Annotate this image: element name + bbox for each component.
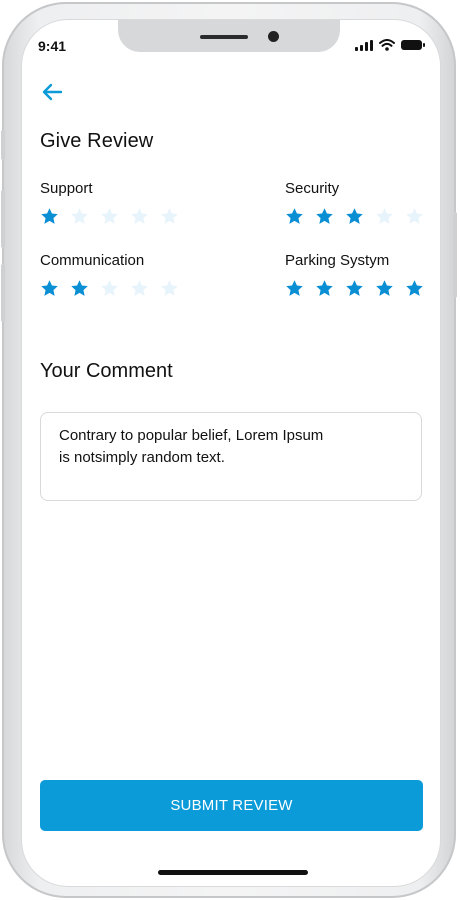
page-title: Give Review	[40, 130, 154, 152]
star-filled-icon[interactable]	[285, 279, 304, 298]
star-empty-icon[interactable]	[130, 279, 149, 298]
star-empty-icon[interactable]	[100, 279, 119, 298]
rating-communication: Communication	[40, 252, 179, 298]
volume-down-button	[1, 264, 5, 322]
screen: 9:41 Give Review Support Security Commun…	[22, 20, 440, 886]
signal-icon	[355, 39, 373, 51]
star-rating[interactable]	[285, 279, 424, 298]
rating-label: Support	[40, 180, 93, 197]
star-filled-icon[interactable]	[40, 279, 59, 298]
wifi-icon	[379, 39, 395, 51]
back-arrow-icon[interactable]	[40, 82, 64, 102]
star-rating[interactable]	[285, 207, 424, 226]
star-empty-icon[interactable]	[130, 207, 149, 226]
comment-text-line: is notsimply random text.	[59, 449, 225, 466]
phone-frame: 9:41 Give Review Support Security Commun…	[1, 2, 457, 898]
comment-text-line: Contrary to popular belief, Lorem Ipsum	[59, 427, 324, 444]
star-filled-icon[interactable]	[315, 279, 334, 298]
star-filled-icon[interactable]	[345, 279, 364, 298]
volume-up-button	[1, 190, 5, 248]
star-filled-icon[interactable]	[375, 279, 394, 298]
star-empty-icon[interactable]	[160, 207, 179, 226]
star-filled-icon[interactable]	[70, 279, 89, 298]
star-rating[interactable]	[40, 207, 179, 226]
status-time: 9:41	[38, 38, 67, 54]
comment-title: Your Comment	[40, 360, 173, 382]
speaker	[200, 35, 248, 39]
battery-icon	[401, 40, 425, 50]
power-button	[453, 212, 457, 298]
comment-textarea[interactable]: Contrary to popular belief, Lorem Ipsum …	[40, 412, 422, 501]
rating-label: Communication	[40, 252, 145, 269]
submit-review-button[interactable]: SUBMIT REVIEW	[40, 780, 423, 831]
star-filled-icon[interactable]	[40, 207, 59, 226]
star-filled-icon[interactable]	[285, 207, 304, 226]
star-empty-icon[interactable]	[405, 207, 424, 226]
rating-label: Parking Systym	[285, 252, 390, 269]
silent-switch	[1, 130, 5, 160]
rating-parking: Parking Systym	[285, 252, 424, 298]
rating-support: Support	[40, 180, 179, 226]
rating-security: Security	[285, 180, 424, 226]
star-empty-icon[interactable]	[100, 207, 119, 226]
star-empty-icon[interactable]	[70, 207, 89, 226]
front-camera	[268, 31, 279, 42]
notch	[118, 20, 340, 52]
star-filled-icon[interactable]	[345, 207, 364, 226]
star-empty-icon[interactable]	[160, 279, 179, 298]
status-icons	[355, 39, 425, 51]
rating-label: Security	[285, 180, 340, 197]
star-rating[interactable]	[40, 279, 179, 298]
star-filled-icon[interactable]	[315, 207, 334, 226]
home-indicator	[158, 870, 308, 875]
star-empty-icon[interactable]	[375, 207, 394, 226]
star-filled-icon[interactable]	[405, 279, 424, 298]
